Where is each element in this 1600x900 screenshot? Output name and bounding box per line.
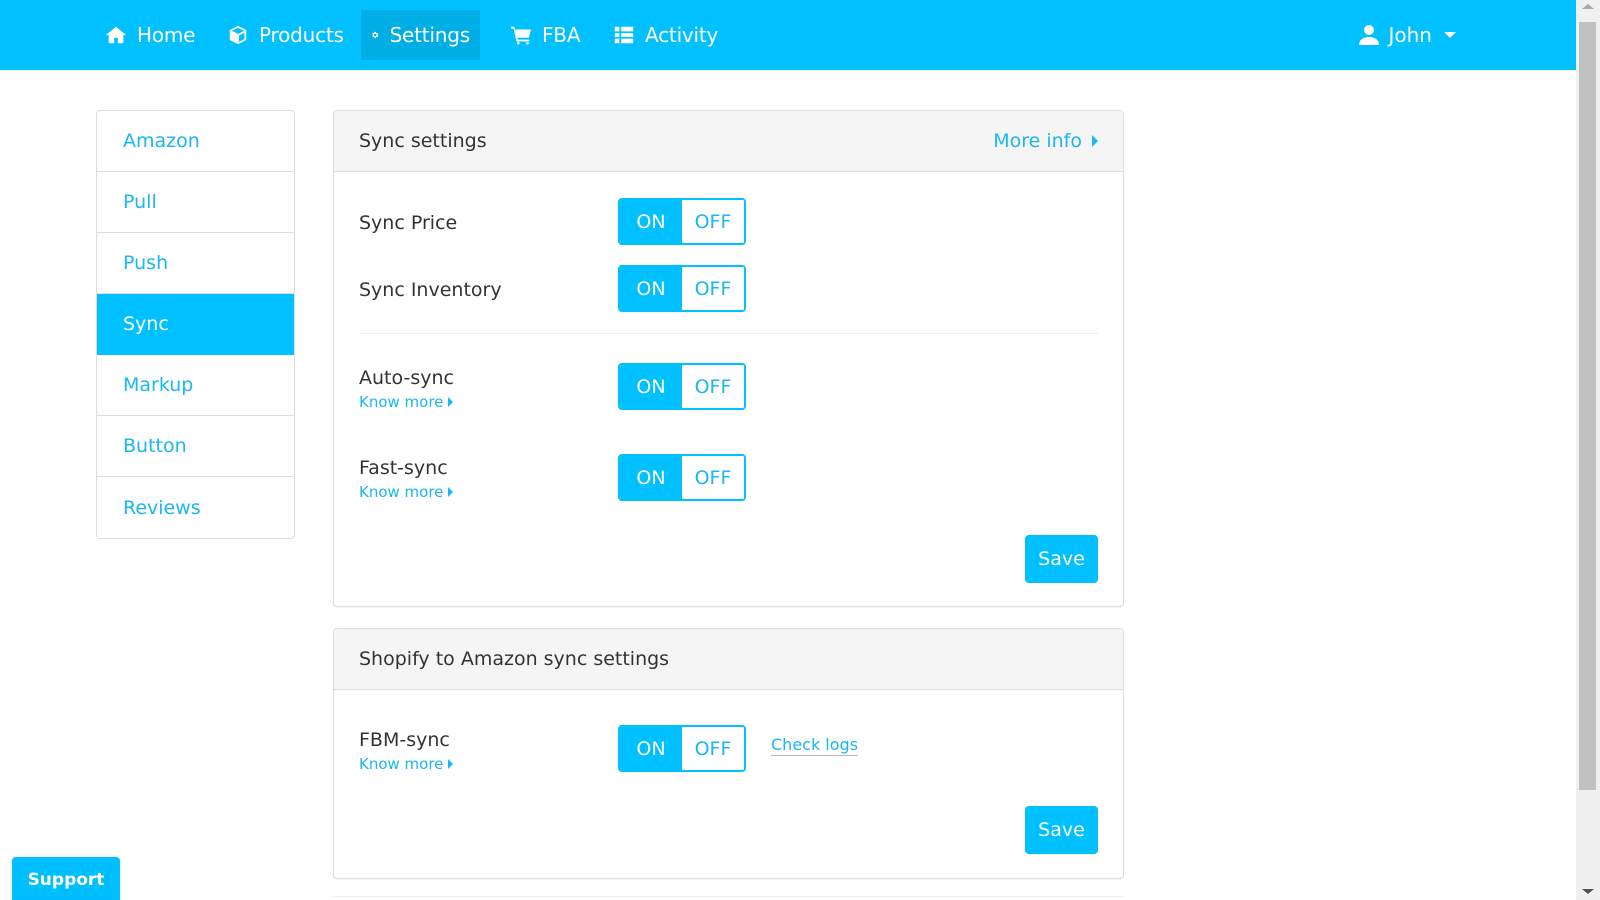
shopify-settings-heading: Shopify to Amazon sync settings [334,629,1123,690]
setting-row-sync-inventory: Sync Inventory [359,279,502,301]
nav-settings[interactable]: Settings [361,10,480,60]
toggle-on[interactable]: ON [620,365,682,408]
nav-products[interactable]: Products [217,10,354,60]
setting-row-fbm-sync: FBM-sync Know more [359,729,454,773]
nav-activity-label: Activity [645,23,719,47]
nav-fba[interactable]: FBA [500,10,590,60]
next-panel-edge [333,896,1124,900]
know-more-label: Know more [359,483,444,501]
auto-sync-toggle[interactable]: ON OFF [618,363,746,410]
home-icon [105,26,127,44]
more-info-link[interactable]: More info [993,130,1098,152]
sync-settings-heading: Sync settings More info [334,111,1123,172]
section-divider [359,333,1098,334]
sidebar-item-push[interactable]: Push [97,233,294,294]
toggle-off[interactable]: OFF [682,727,744,770]
toggle-on[interactable]: ON [620,456,682,499]
setting-label: Sync Inventory [359,279,502,301]
caret-right-icon [1092,135,1098,147]
caret-right-icon [448,487,454,497]
setting-label: FBM-sync [359,729,450,751]
sidebar-item-reviews[interactable]: Reviews [97,477,294,538]
scroll-up-arrow-icon[interactable] [1582,4,1594,9]
more-info-label: More info [993,130,1082,152]
caret-right-icon [448,397,454,407]
toggle-on[interactable]: ON [620,200,682,243]
fbm-sync-toggle[interactable]: ON OFF [618,725,746,772]
scroll-down-arrow-icon[interactable] [1582,889,1594,894]
setting-label: Sync Price [359,212,458,234]
toggle-on[interactable]: ON [620,727,682,770]
setting-row-fast-sync: Fast-sync Know more [359,457,454,501]
know-more-link[interactable]: Know more [359,755,454,773]
know-more-link[interactable]: Know more [359,393,454,411]
fast-sync-toggle[interactable]: ON OFF [618,454,746,501]
know-more-link[interactable]: Know more [359,483,454,501]
sidebar-item-pull[interactable]: Pull [97,172,294,233]
list-icon [614,26,634,44]
panel-title: Shopify to Amazon sync settings [359,648,670,670]
sync-settings-panel: Sync settings More info Sync Price ON OF… [333,110,1124,607]
sidebar-item-sync[interactable]: Sync [97,294,294,355]
toggle-off[interactable]: OFF [682,456,744,499]
setting-label: Auto-sync [359,367,454,389]
toggle-off[interactable]: OFF [682,267,744,310]
user-name: John [1388,23,1433,47]
save-button[interactable]: Save [1025,806,1098,854]
toggle-on[interactable]: ON [620,267,682,310]
nav-home-label: Home [137,23,196,47]
check-logs-link[interactable]: Check logs [771,735,859,756]
panel-title: Sync settings [359,130,487,152]
chevron-down-icon [1444,32,1456,38]
gear-icon [372,31,379,39]
top-navbar: Home Products Settings FBA Activity John [0,0,1576,70]
caret-right-icon [448,759,454,769]
settings-sidebar: Amazon Pull Push Sync Markup Button Revi… [96,110,295,539]
support-button[interactable]: Support [12,857,120,900]
page-scrollbar[interactable] [1576,0,1600,900]
cart-icon [510,26,532,45]
nav-activity[interactable]: Activity [603,10,728,60]
setting-label: Fast-sync [359,457,448,479]
setting-row-auto-sync: Auto-sync Know more [359,367,454,411]
know-more-label: Know more [359,393,444,411]
shopify-to-amazon-panel: Shopify to Amazon sync settings FBM-sync… [333,628,1124,879]
setting-row-sync-price: Sync Price [359,212,457,234]
sidebar-item-amazon[interactable]: Amazon [97,111,294,172]
cube-icon [229,25,247,45]
user-menu[interactable]: John [1358,10,1456,60]
nav-settings-label: Settings [389,23,471,47]
sync-price-toggle[interactable]: ON OFF [618,198,746,245]
user-icon [1358,25,1379,45]
nav-fba-label: FBA [542,23,581,47]
save-button[interactable]: Save [1025,535,1098,583]
toggle-off[interactable]: OFF [682,200,744,243]
sync-inventory-toggle[interactable]: ON OFF [618,265,746,312]
nav-products-label: Products [259,23,344,47]
scrollbar-thumb[interactable] [1579,22,1596,790]
toggle-off[interactable]: OFF [682,365,744,408]
nav-home[interactable]: Home [95,10,205,60]
sidebar-item-button[interactable]: Button [97,416,294,477]
sidebar-item-markup[interactable]: Markup [97,355,294,416]
know-more-label: Know more [359,755,444,773]
